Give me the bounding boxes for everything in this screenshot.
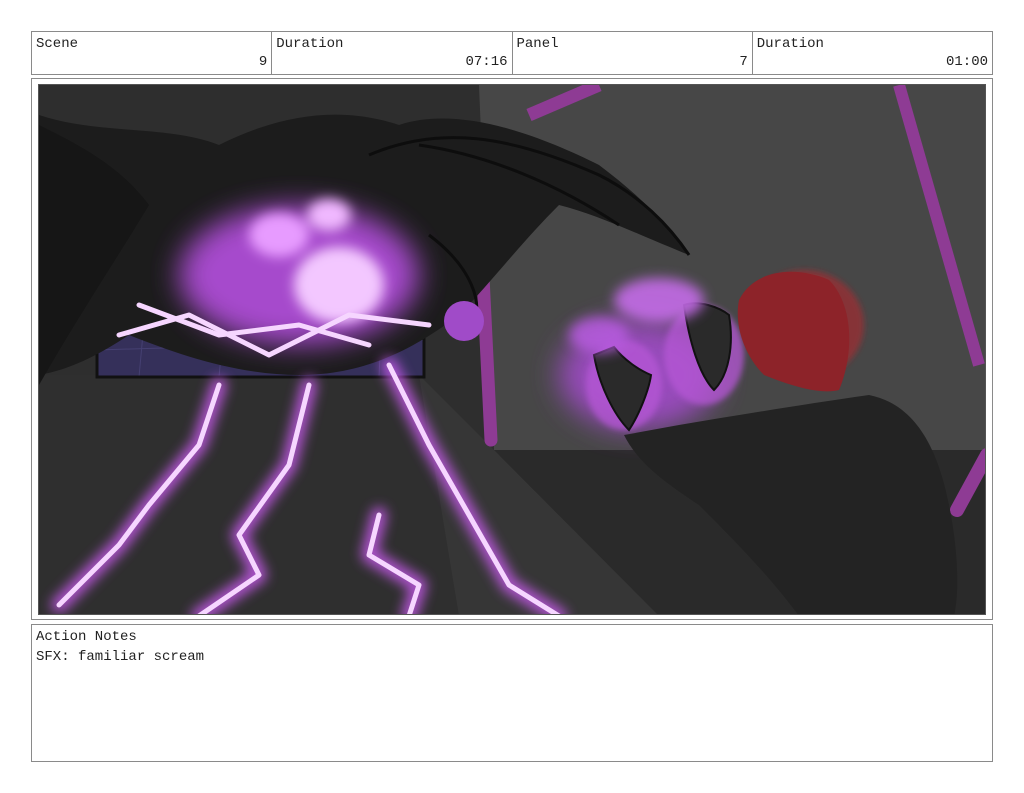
- scene-duration-cell: Duration 07:16: [272, 32, 513, 74]
- scene-cell: Scene 9: [32, 32, 273, 74]
- panel-cell: Panel 7: [513, 32, 753, 74]
- action-notes-text: SFX: familiar scream: [36, 649, 205, 665]
- panel-duration-cell: Duration 01:00: [753, 32, 992, 74]
- scene-duration-label: Duration: [276, 36, 344, 52]
- scene-label: Scene: [36, 36, 79, 52]
- panel-sketch: [39, 85, 985, 614]
- storyboard-panel-image: [38, 84, 986, 615]
- scene-duration-value: 07:16: [465, 54, 508, 70]
- action-notes-title: Action Notes: [36, 629, 137, 645]
- panel-value: 7: [739, 54, 748, 70]
- panel-duration-value: 01:00: [945, 54, 988, 70]
- storyboard-header: Scene 9 Duration 07:16 Panel 7 Duration …: [31, 31, 993, 75]
- panel-duration-label: Duration: [756, 36, 824, 52]
- scene-value: 9: [258, 54, 268, 70]
- panel-label: Panel: [516, 36, 559, 52]
- action-notes-box: Action Notes SFX: familiar scream: [31, 624, 993, 762]
